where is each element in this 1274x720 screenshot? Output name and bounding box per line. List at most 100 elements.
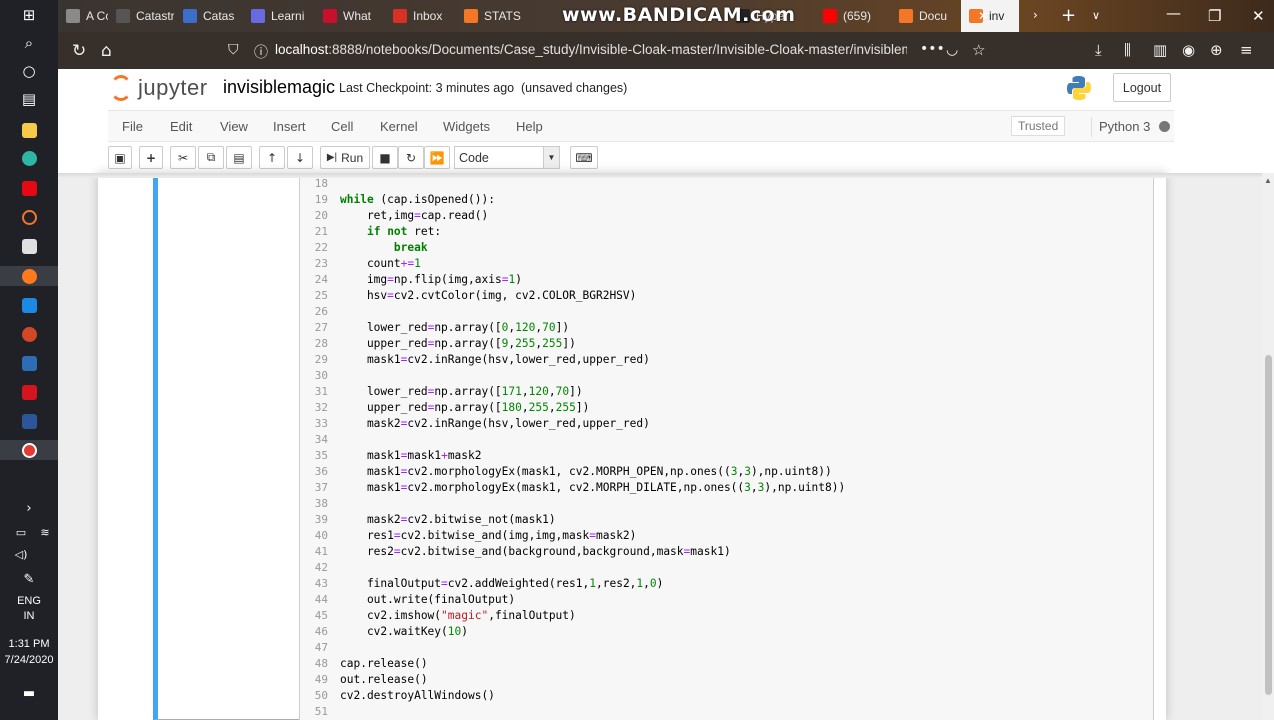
cell-type-select[interactable]: Code ▼	[454, 146, 560, 169]
code-line[interactable]: hsv=cv2.cvtColor(img, cv2.COLOR_BGR2HSV)	[340, 288, 636, 304]
chevron-right-icon[interactable]: ›	[18, 499, 40, 517]
acrobat-icon[interactable]	[18, 383, 40, 401]
extension-icon[interactable]: ⊕	[1210, 41, 1223, 59]
page-actions-icon[interactable]: •••	[920, 41, 945, 57]
command-palette-button[interactable]: ⌨	[570, 146, 598, 169]
jupyter-logo[interactable]: jupyter	[110, 75, 208, 101]
tab-list-icon[interactable]: ∨	[1092, 9, 1100, 22]
insert-cell-button[interactable]: +	[139, 146, 163, 169]
browser-tab-4[interactable]: What	[315, 0, 383, 32]
restart-run-all-button[interactable]: ⏩	[424, 146, 450, 169]
browser-tab-1[interactable]: Catastroph	[108, 0, 174, 32]
run-button[interactable]: ▶| Run	[320, 146, 370, 169]
edge-icon[interactable]	[18, 149, 40, 167]
pen-icon[interactable]: ✎	[18, 570, 40, 588]
clock-date[interactable]: 7/24/2020	[0, 653, 58, 667]
menu-kernel[interactable]: Kernel	[380, 119, 418, 134]
code-line[interactable]: mask1=mask1+mask2	[340, 448, 482, 464]
wifi-icon[interactable]: ≋	[34, 523, 56, 541]
browser-tab-2[interactable]: Catas	[175, 0, 241, 32]
paste-button[interactable]: ▤	[226, 146, 252, 169]
browser-tab-6[interactable]: STATS	[456, 0, 526, 32]
move-up-button[interactable]: ↑	[259, 146, 285, 169]
code-line[interactable]: break	[340, 240, 428, 256]
address-bar[interactable]: localhost:8888/notebooks/Documents/Case_…	[275, 42, 907, 57]
library-icon[interactable]: ⫼	[1124, 41, 1131, 59]
code-line[interactable]: lower_red=np.array([171,120,70])	[340, 384, 583, 400]
code-line[interactable]: cv2.imshow("magic",finalOutput)	[340, 608, 576, 624]
browser-tab-3[interactable]: Learni	[243, 0, 313, 32]
code-line[interactable]: while (cap.isOpened()):	[340, 192, 495, 208]
maximize-icon[interactable]: ❐	[1208, 7, 1221, 25]
browser-tab-0[interactable]: A Cor	[58, 0, 108, 32]
code-line[interactable]: mask2=cv2.bitwise_not(mask1)	[340, 512, 556, 528]
code-line[interactable]: count+=1	[340, 256, 421, 272]
code-line[interactable]: mask1=cv2.morphologyEx(mask1, cv2.MORPH_…	[340, 480, 845, 496]
tab-scroll-right-icon[interactable]: ›	[1033, 8, 1038, 22]
sidebar-icon[interactable]: ▥	[1153, 41, 1167, 59]
code-line[interactable]: mask1=cv2.morphologyEx(mask1, cv2.MORPH_…	[340, 464, 832, 480]
notification-icon[interactable]: ▬	[18, 684, 40, 702]
code-line[interactable]: res1=cv2.bitwise_and(img,img,mask=mask2)	[340, 528, 636, 544]
close-window-icon[interactable]: ✕	[1252, 7, 1265, 25]
save-button[interactable]: ▣	[108, 146, 132, 169]
menu-widgets[interactable]: Widgets	[443, 119, 490, 134]
tablet-icon[interactable]: ▭	[10, 523, 32, 541]
code-line[interactable]: res2=cv2.bitwise_and(background,backgrou…	[340, 544, 731, 560]
menu-insert[interactable]: Insert	[273, 119, 306, 134]
browser-tab-8[interactable]: (659)	[815, 0, 889, 32]
code-line[interactable]: ret,img=cap.read()	[340, 208, 488, 224]
page-scrollbar[interactable]: ▲	[1262, 173, 1274, 720]
mail-icon[interactable]	[18, 296, 40, 314]
code-line[interactable]: if not ret:	[340, 224, 441, 240]
restart-button[interactable]: ↻	[398, 146, 424, 169]
info-icon[interactable]: ⓘ	[254, 42, 268, 62]
code-cell-selected[interactable]: 18 19 20 21 22 23 24 25 26 27 28 29 30 31 32 33 34 35 36 37…	[153, 173, 1154, 720]
language-indicator[interactable]: ENG	[0, 594, 58, 608]
copy-button[interactable]: ⧉	[198, 146, 224, 169]
menu-cell[interactable]: Cell	[331, 119, 353, 134]
interrupt-button[interactable]: ■	[372, 146, 398, 169]
word-icon[interactable]	[18, 412, 40, 430]
netflix-icon[interactable]	[18, 179, 40, 197]
task-view-icon[interactable]: ▤	[18, 90, 40, 108]
search-icon[interactable]: ⌕	[18, 34, 40, 52]
pocket-icon[interactable]: ◡	[946, 42, 958, 58]
bandicam-icon[interactable]	[0, 440, 58, 460]
cut-button[interactable]: ✂	[170, 146, 196, 169]
hyperv-icon[interactable]	[18, 354, 40, 372]
menu-edit[interactable]: Edit	[170, 119, 192, 134]
code-line[interactable]: mask1=cv2.inRange(hsv,lower_red,upper_re…	[340, 352, 650, 368]
code-line[interactable]: cv2.destroyAllWindows()	[340, 688, 495, 704]
store-icon[interactable]	[18, 237, 40, 255]
code-line[interactable]: finalOutput=cv2.addWeighted(res1,1,res2,…	[340, 576, 663, 592]
windows-icon[interactable]: ⊞	[18, 6, 40, 24]
code-line[interactable]: mask2=cv2.inRange(hsv,lower_red,upper_re…	[340, 416, 650, 432]
code-line[interactable]: cap.release()	[340, 656, 428, 672]
bookmark-star-icon[interactable]: ☆	[972, 41, 985, 59]
code-line[interactable]: upper_red=np.array([9,255,255])	[340, 336, 576, 352]
region-indicator[interactable]: IN	[0, 609, 58, 623]
minimize-icon[interactable]: —	[1166, 4, 1181, 22]
code-line[interactable]: lower_red=np.array([0,120,70])	[340, 320, 569, 336]
kernel-name[interactable]: Python 3	[1099, 119, 1150, 134]
trusted-indicator[interactable]: Trusted	[1011, 116, 1066, 136]
jupyter-app-icon[interactable]	[18, 208, 40, 226]
clock-time[interactable]: 1:31 PM	[0, 637, 58, 651]
reload-icon[interactable]: ↻	[72, 41, 86, 61]
logout-button[interactable]: Logout	[1113, 73, 1171, 102]
code-line[interactable]: out.write(finalOutput)	[340, 592, 515, 608]
tab-close-icon[interactable]: ✕	[978, 9, 988, 23]
home-icon[interactable]: ⌂	[101, 41, 112, 61]
volume-icon[interactable]: ◁)	[10, 545, 32, 563]
menu-help[interactable]: Help	[516, 119, 543, 134]
powerpoint-icon[interactable]	[18, 325, 40, 343]
new-tab-icon[interactable]: +	[1061, 5, 1076, 26]
code-line[interactable]: out.release()	[340, 672, 428, 688]
scroll-up-icon[interactable]: ▲	[1264, 176, 1272, 185]
menu-icon[interactable]: ≡	[1240, 41, 1253, 59]
code-line[interactable]: cv2.waitKey(10)	[340, 624, 468, 640]
file-explorer-icon[interactable]	[18, 121, 40, 139]
browser-tab-5[interactable]: Inbox	[385, 0, 453, 32]
code-editor[interactable]: 18 19 20 21 22 23 24 25 26 27 28 29 30 31 32 33 34 35 36 37…	[299, 173, 1154, 720]
